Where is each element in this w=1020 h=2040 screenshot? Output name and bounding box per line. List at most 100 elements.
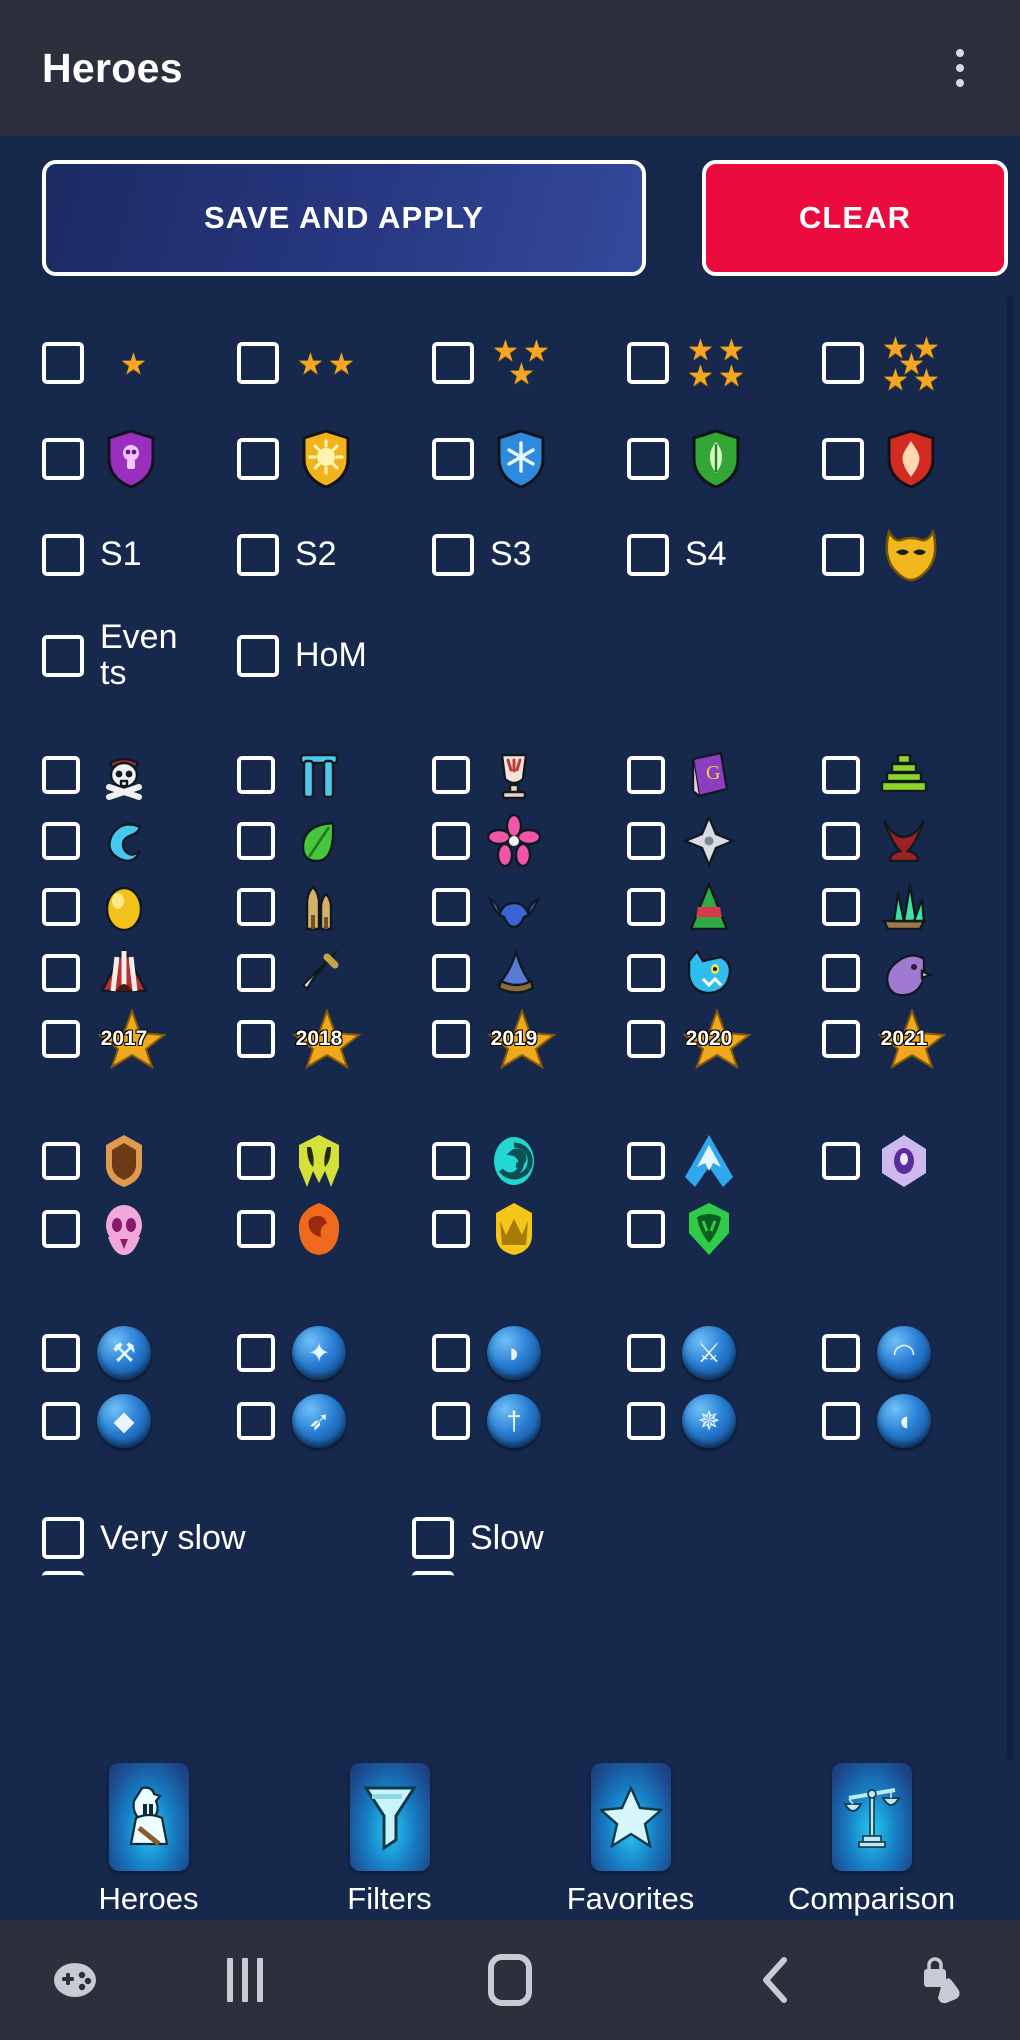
checkbox[interactable]: [627, 954, 665, 993]
filter-speed-slow[interactable]: Slow: [412, 1517, 782, 1560]
checkbox[interactable]: [237, 438, 279, 480]
checkbox[interactable]: [42, 634, 84, 677]
filter-holy-shield-icon[interactable]: [237, 428, 432, 490]
filter-monk-class-icon[interactable]: ◗: [432, 1325, 627, 1381]
filter-wizard-class-icon[interactable]: ✵: [627, 1393, 822, 1449]
checkbox[interactable]: [42, 342, 84, 384]
filter-season-S3[interactable]: S3: [432, 534, 627, 576]
filter-sand-palace-icon[interactable]: [237, 879, 432, 935]
filter-nature-shield-icon[interactable]: [627, 428, 822, 490]
filter-pirate-skull-icon[interactable]: [42, 747, 237, 803]
filter-star-5-icon[interactable]: ★ ★ ★ ★ ★: [822, 332, 1017, 396]
save-and-apply-button[interactable]: SAVE AND APPLY: [42, 160, 646, 276]
checkbox[interactable]: [42, 1210, 80, 1249]
filter-season-S1[interactable]: S1: [42, 534, 237, 576]
filter-yellow-claw-emblem-icon[interactable]: [237, 1133, 432, 1189]
filter-hom[interactable]: HoM: [237, 634, 432, 677]
checkbox[interactable]: [822, 1402, 860, 1441]
checkbox[interactable]: [237, 822, 275, 861]
filter-season-S2[interactable]: S2: [237, 534, 432, 576]
checkbox[interactable]: [627, 534, 669, 576]
filter-fighter-class-icon[interactable]: ◠: [822, 1325, 1017, 1381]
checkbox[interactable]: [237, 342, 279, 384]
back-icon[interactable]: [680, 1954, 870, 2006]
filter-year-star-icon-2021[interactable]: 2021: [822, 1009, 1017, 1070]
filter-pink-flower-icon[interactable]: [432, 813, 627, 869]
checkbox[interactable]: [627, 1142, 665, 1181]
filter-fire-shield-icon[interactable]: [822, 428, 1017, 490]
checkbox[interactable]: [42, 1334, 80, 1373]
checkbox[interactable]: [42, 1571, 84, 1581]
checkbox[interactable]: [42, 1402, 80, 1441]
filter-orange-rock-emblem-icon[interactable]: [237, 1201, 432, 1257]
checkbox[interactable]: [432, 1020, 470, 1059]
checkbox[interactable]: [822, 534, 864, 576]
checkbox[interactable]: [432, 534, 474, 576]
filter-brown-shield-emblem-icon[interactable]: [42, 1133, 237, 1189]
filter-paladin-class-icon[interactable]: ✦: [237, 1325, 432, 1381]
checkbox[interactable]: [237, 1210, 275, 1249]
filter-sword-icon[interactable]: [237, 945, 432, 1001]
checkbox[interactable]: [42, 438, 84, 480]
filter-wave-icon[interactable]: [42, 813, 237, 869]
filter-druid-class-icon[interactable]: ➶: [237, 1393, 432, 1449]
checkbox[interactable]: [822, 1142, 860, 1181]
nav-item-filters[interactable]: Filters: [295, 1763, 485, 1917]
filter-pink-skull-emblem-icon[interactable]: [42, 1201, 237, 1257]
checkbox[interactable]: [42, 1517, 84, 1560]
checkbox[interactable]: [822, 888, 860, 927]
filter-season-S4[interactable]: S4: [627, 534, 822, 576]
filter-purple-bird-icon[interactable]: [822, 945, 1017, 1001]
checkbox[interactable]: [822, 954, 860, 993]
checkbox[interactable]: [237, 534, 279, 576]
checkbox[interactable]: [42, 1020, 80, 1059]
checkbox[interactable]: [822, 1020, 860, 1059]
checkbox[interactable]: [432, 756, 470, 795]
filter-ice-shield-icon[interactable]: [432, 428, 627, 490]
filter-green-pyramid-icon[interactable]: [822, 747, 1017, 803]
checkbox[interactable]: [627, 1020, 665, 1059]
checkbox[interactable]: [627, 822, 665, 861]
filter-barbarian-class-icon[interactable]: ⚒: [42, 1325, 237, 1381]
filter-yellow-egg-icon[interactable]: [42, 879, 237, 935]
checkbox[interactable]: [627, 756, 665, 795]
checkbox[interactable]: [237, 954, 275, 993]
recents-icon[interactable]: [150, 1958, 340, 2002]
checkbox[interactable]: [237, 634, 279, 677]
filter-green-leaf-icon[interactable]: [237, 813, 432, 869]
checkbox[interactable]: [627, 438, 669, 480]
checkbox[interactable]: [822, 822, 860, 861]
filter-speed-clipped[interactable]: [412, 1571, 782, 1581]
checkbox[interactable]: [822, 1334, 860, 1373]
nav-item-heroes[interactable]: Heroes: [54, 1763, 244, 1917]
checkbox[interactable]: [42, 954, 80, 993]
checkbox[interactable]: [432, 438, 474, 480]
checkbox[interactable]: [432, 822, 470, 861]
checkbox[interactable]: [627, 1402, 665, 1441]
checkbox[interactable]: [237, 1020, 275, 1059]
filter-year-star-icon-2017[interactable]: 2017: [42, 1009, 237, 1070]
checkbox[interactable]: [432, 1402, 470, 1441]
filter-ranger-class-icon[interactable]: ⚔: [627, 1325, 822, 1381]
checkbox[interactable]: [42, 888, 80, 927]
checkbox[interactable]: [627, 342, 669, 384]
filter-year-star-icon-2020[interactable]: 2020: [627, 1009, 822, 1070]
filter-green-crystal-icon[interactable]: [822, 879, 1017, 935]
filter-gold-crown-emblem-icon[interactable]: [432, 1201, 627, 1257]
filter-speed-clipped[interactable]: [42, 1571, 412, 1581]
filter-rogue-class-icon[interactable]: ◆: [42, 1393, 237, 1449]
checkbox[interactable]: [822, 756, 860, 795]
checkbox[interactable]: [432, 954, 470, 993]
filter-blue-mountain-emblem-icon[interactable]: [627, 1133, 822, 1189]
filter-red-horns-icon[interactable]: [822, 813, 1017, 869]
checkbox[interactable]: [237, 1334, 275, 1373]
filter-star-2-icon[interactable]: ★ ★: [237, 332, 432, 394]
checkbox[interactable]: [627, 1210, 665, 1249]
screen-lock-icon[interactable]: [870, 1955, 1020, 2005]
filter-teal-spiral-emblem-icon[interactable]: [432, 1133, 627, 1189]
filter-christmas-tree-icon[interactable]: [627, 879, 822, 935]
filter-blue-bat-icon[interactable]: [432, 879, 627, 935]
checkbox[interactable]: [237, 756, 275, 795]
filter-cleric-class-icon[interactable]: ◖: [822, 1393, 1017, 1449]
filter-purple-eye-emblem-icon[interactable]: [822, 1133, 1017, 1189]
